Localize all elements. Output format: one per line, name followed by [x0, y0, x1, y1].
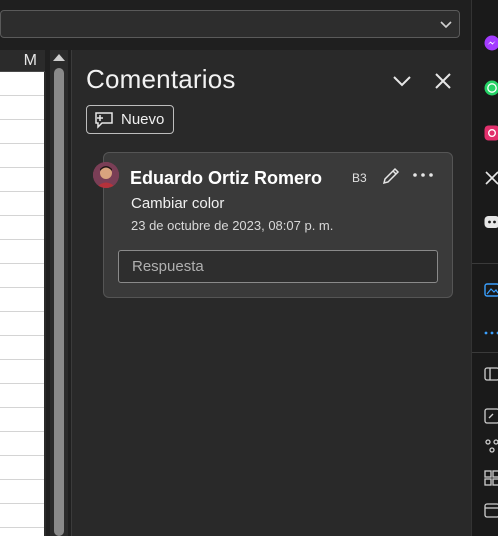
whatsapp-icon[interactable] — [484, 80, 498, 96]
cell-reference[interactable]: B3 — [352, 171, 367, 185]
new-comment-button[interactable]: Nuevo — [86, 105, 174, 134]
chevron-down-icon[interactable] — [439, 17, 453, 31]
comment-author: Eduardo Ortiz Romero — [130, 168, 323, 188]
tree-icon[interactable] — [484, 438, 498, 454]
cell-divider — [0, 239, 44, 240]
cell-divider — [0, 359, 44, 360]
reply-input[interactable] — [118, 250, 438, 283]
new-comment-icon — [95, 112, 113, 129]
cell-divider — [0, 215, 44, 216]
cell-divider — [0, 335, 44, 336]
image-icon[interactable] — [484, 282, 498, 298]
cell-divider — [0, 191, 44, 192]
person-icon — [93, 162, 119, 188]
cell-divider — [0, 167, 44, 168]
comment-timestamp: 23 de octubre de 2023, 08:07 p. m. — [131, 218, 334, 233]
cell-divider — [0, 455, 44, 456]
column-letter: M — [23, 52, 37, 69]
apps-icon[interactable] — [484, 470, 498, 486]
scrollbar-thumb[interactable] — [54, 68, 64, 536]
more-icon[interactable] — [484, 324, 498, 340]
cell-divider — [0, 527, 44, 528]
divider — [472, 263, 498, 264]
cell-divider — [0, 431, 44, 432]
scroll-up-arrow-icon[interactable] — [53, 54, 65, 61]
cell-divider — [0, 287, 44, 288]
close-icon[interactable] — [434, 72, 452, 90]
cell-divider — [0, 311, 44, 312]
cell-divider — [0, 383, 44, 384]
formula-input[interactable] — [0, 10, 460, 38]
capture-icon[interactable] — [484, 408, 498, 424]
pane-title: Comentarios — [86, 64, 236, 94]
cell-divider — [0, 143, 44, 144]
edit-icon[interactable] — [381, 166, 401, 186]
cell-divider — [0, 503, 44, 504]
cell-divider — [0, 95, 44, 96]
column-header[interactable]: M — [0, 50, 45, 72]
instagram-icon[interactable] — [484, 125, 498, 141]
formula-bar — [0, 0, 471, 50]
reader-icon[interactable] — [484, 366, 498, 382]
divider — [472, 352, 498, 353]
avatar — [93, 162, 119, 188]
sheet-cells[interactable] — [0, 72, 44, 536]
cell-divider — [0, 263, 44, 264]
chevron-down-icon[interactable] — [392, 72, 412, 90]
cell-divider — [0, 407, 44, 408]
comment-text: Cambiar color — [131, 195, 225, 212]
x-icon[interactable] — [484, 170, 498, 186]
cell-divider — [0, 479, 44, 480]
right-sidebar — [471, 0, 498, 536]
discord-icon[interactable] — [484, 214, 498, 230]
new-comment-label: Nuevo — [121, 111, 165, 128]
more-options-icon[interactable] — [412, 170, 434, 180]
messenger-icon[interactable] — [484, 35, 498, 51]
calendar-icon[interactable] — [484, 502, 498, 518]
grid-edge — [44, 72, 46, 536]
cell-divider — [0, 119, 44, 120]
